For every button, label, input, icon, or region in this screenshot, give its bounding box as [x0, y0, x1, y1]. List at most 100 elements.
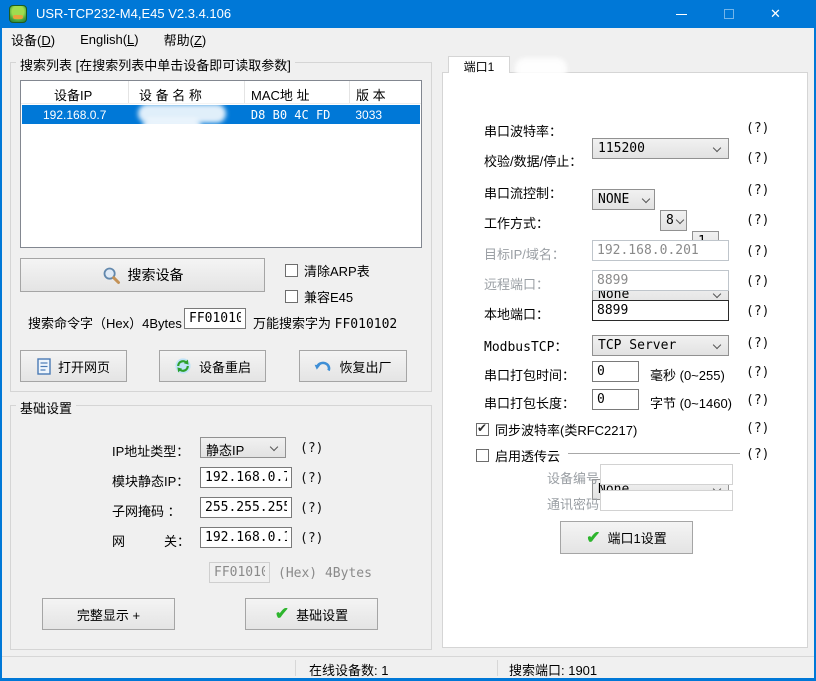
ip-type-value: 静态IP [206, 443, 244, 458]
baud-value: 115200 [598, 141, 645, 156]
databits-value: 8 [666, 213, 674, 228]
tab-port1[interactable]: 端口1 [448, 56, 510, 73]
check-icon: ✔ [586, 528, 600, 548]
local-port-input[interactable] [592, 300, 729, 321]
clear-arp-checkbox[interactable]: 清除ARP表 [285, 261, 370, 280]
flow-label: 串口流控制： [484, 183, 562, 202]
chevron-down-icon [713, 341, 721, 349]
factory-reset-button[interactable]: 恢复出厂 [299, 350, 407, 382]
device-version-cell: 3033 [349, 105, 420, 124]
work-mode-select[interactable]: TCP Server [592, 335, 729, 356]
cloud-checkbox[interactable]: 启用透传云 [476, 446, 560, 465]
chevron-down-icon [642, 195, 650, 203]
device-id-label: 设备编号 [547, 468, 599, 487]
close-button[interactable]: ✕ [753, 0, 798, 28]
static-ip-input[interactable] [200, 467, 292, 488]
window-title: USR-TCP232-M4,E45 V2.3.4.106 [36, 6, 231, 21]
clear-arp-label: 清除ARP表 [304, 261, 370, 280]
gateway-input[interactable] [200, 527, 292, 548]
parity-help[interactable]: (?) [746, 151, 769, 166]
port1-apply-button[interactable]: ✔ 端口1设置 [560, 521, 693, 554]
subnet-mask-input[interactable] [200, 497, 292, 518]
sync-baud-help[interactable]: (?) [746, 421, 769, 436]
device-ip-cell: 192.168.0.7 [22, 105, 130, 124]
pack-len-label: 串口打包长度： [484, 393, 575, 412]
menu-english[interactable]: English(L) [71, 29, 148, 50]
full-display-label: 完整显示 + [77, 605, 140, 624]
clear-arp-box[interactable] [285, 264, 298, 277]
tab-port1-label: 端口1 [464, 60, 495, 74]
cloud-divider [568, 453, 740, 454]
minimize-button[interactable] [659, 0, 704, 28]
ip-type-label: IP地址类型： [112, 441, 189, 460]
status-divider [497, 660, 498, 676]
compat-e45-box[interactable] [285, 290, 298, 303]
baud-label: 串口波特率： [484, 121, 562, 140]
status-divider [295, 660, 296, 676]
device-id-input [600, 464, 733, 485]
status-bar: 在线设备数: 1 搜索端口: 1901 [2, 656, 814, 678]
static-ip-label: 模块静态IP： [112, 471, 189, 490]
comm-password-label: 通讯密码 [547, 494, 599, 513]
parity-select[interactable]: NONE [592, 189, 655, 210]
ip-type-select[interactable]: 静态IP [200, 437, 286, 458]
local-port-help[interactable]: (?) [746, 304, 769, 319]
pack-len-input[interactable] [592, 389, 639, 410]
search-cmd-hint: 万能搜索字为 FF010102 [253, 313, 397, 332]
search-icon [102, 266, 121, 285]
static-ip-help[interactable]: (?) [300, 471, 323, 486]
full-display-button[interactable]: 完整显示 + [42, 598, 175, 630]
factory-reset-label: 恢复出厂 [339, 357, 391, 376]
databits-select[interactable]: 8 [660, 210, 687, 231]
maximize-button[interactable] [706, 0, 751, 28]
search-device-button[interactable]: 搜索设备 [20, 258, 265, 292]
sync-baud-checkbox[interactable]: 同步波特率(类RFC2217) [476, 420, 637, 439]
chevron-down-icon [713, 144, 721, 152]
col-device-ip[interactable]: 设备IP [21, 81, 129, 103]
pack-len-help[interactable]: (?) [746, 393, 769, 408]
chevron-down-icon [713, 290, 721, 298]
basic-apply-label: 基础设置 [296, 605, 348, 624]
col-version[interactable]: 版 本 [350, 81, 421, 103]
tab-redaction-smudge [515, 58, 567, 80]
minimize-icon [676, 14, 687, 15]
cloud-help[interactable]: (?) [746, 447, 769, 462]
work-mode-help[interactable]: (?) [746, 213, 769, 228]
compat-e45-checkbox[interactable]: 兼容E45 [285, 287, 353, 306]
remote-port-input [592, 270, 729, 291]
gateway-help[interactable]: (?) [300, 531, 323, 546]
flow-help[interactable]: (?) [746, 183, 769, 198]
col-device-name[interactable]: 设 备 名 称 [129, 81, 245, 103]
menu-help[interactable]: 帮助(Z) [155, 27, 216, 52]
search-device-label: 搜索设备 [128, 265, 184, 285]
search-cmd-input[interactable] [184, 308, 246, 329]
local-port-label: 本地端口： [484, 304, 549, 323]
subnet-mask-help[interactable]: (?) [300, 501, 323, 516]
device-table[interactable]: 设备IP 设 备 名 称 MAC地 址 版 本 192.168.0.7 D8 B… [20, 80, 422, 248]
remote-port-label: 远程端口： [484, 274, 549, 293]
ip-type-help[interactable]: (?) [300, 441, 323, 456]
work-mode-value: TCP Server [598, 338, 676, 353]
cloud-box[interactable] [476, 449, 489, 462]
open-webpage-button[interactable]: 打开网页 [20, 350, 127, 382]
sync-baud-box[interactable] [476, 423, 489, 436]
modbus-label: ModbusTCP： [484, 336, 567, 355]
compat-e45-label: 兼容E45 [304, 287, 353, 306]
menu-device[interactable]: 设备(D) [2, 27, 64, 52]
remote-port-help[interactable]: (?) [746, 274, 769, 289]
pack-len-unit: 字节 (0~1460) [650, 393, 732, 412]
dest-ip-help[interactable]: (?) [746, 244, 769, 259]
modbus-help[interactable]: (?) [746, 336, 769, 351]
pack-time-help[interactable]: (?) [746, 365, 769, 380]
cloud-label: 启用透传云 [495, 446, 560, 465]
pack-time-unit: 毫秒 (0~255) [650, 365, 725, 384]
app-icon [9, 5, 27, 23]
search-port-status: 搜索端口: 1901 [509, 660, 597, 679]
restart-device-button[interactable]: 设备重启 [159, 350, 266, 382]
baud-select[interactable]: 115200 [592, 138, 729, 159]
basic-apply-button[interactable]: ✔ 基础设置 [245, 598, 378, 630]
baud-help[interactable]: (?) [746, 121, 769, 136]
pack-time-input[interactable] [592, 361, 639, 382]
col-mac[interactable]: MAC地 址 [245, 81, 350, 103]
restart-icon [174, 357, 192, 375]
